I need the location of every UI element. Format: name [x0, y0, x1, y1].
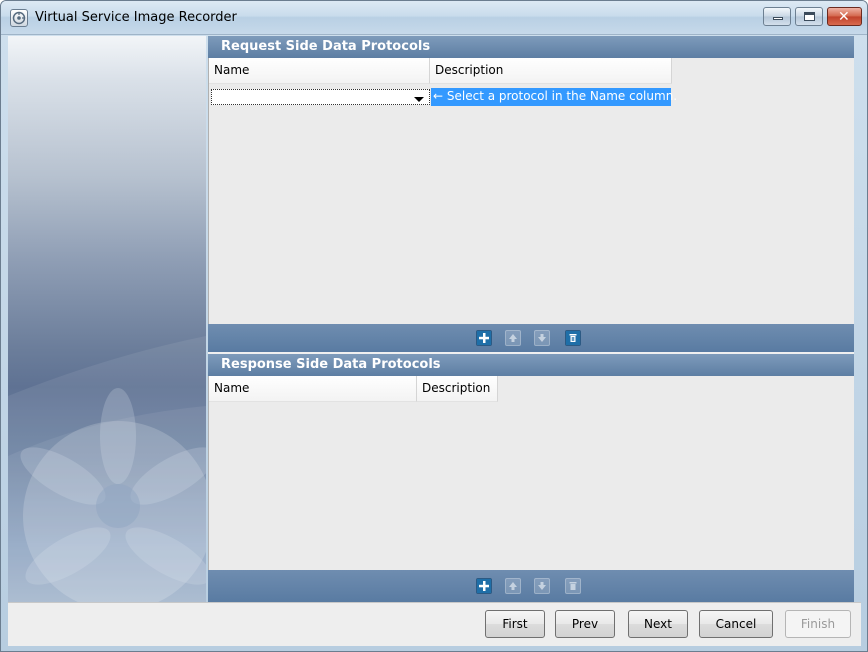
protocol-name-dropdown[interactable]	[211, 89, 430, 105]
add-icon	[477, 579, 491, 593]
request-move-down-button[interactable]	[534, 330, 550, 346]
response-toolbar	[208, 570, 854, 602]
response-column-name[interactable]: Name	[209, 376, 417, 402]
request-add-button[interactable]	[476, 330, 492, 346]
maximize-icon	[804, 12, 815, 21]
request-column-name[interactable]: Name	[209, 58, 430, 84]
prev-button[interactable]: Prev	[555, 610, 615, 638]
response-add-button[interactable]	[476, 578, 492, 594]
request-toolbar	[208, 324, 854, 352]
response-panel-header: Response Side Data Protocols	[208, 354, 854, 376]
chevron-down-icon	[414, 97, 424, 102]
protocol-hint-cell: ← Select a protocol in the Name column.	[431, 88, 677, 106]
minimize-button[interactable]	[763, 7, 791, 26]
maximize-button[interactable]	[795, 7, 823, 26]
add-icon	[477, 331, 491, 345]
minimize-icon	[773, 17, 783, 20]
move-down-icon	[538, 334, 546, 342]
close-icon: ✕	[838, 9, 850, 25]
next-button[interactable]: Next	[628, 610, 688, 638]
close-button[interactable]: ✕	[827, 7, 862, 26]
arrow-left-icon: ←	[433, 89, 447, 103]
cancel-button[interactable]: Cancel	[699, 610, 773, 638]
response-protocols-table[interactable]: Name Description	[208, 376, 854, 570]
request-column-description[interactable]: Description	[430, 58, 672, 84]
move-up-icon	[509, 334, 517, 342]
wizard-sidebar-graphic	[8, 36, 206, 602]
delete-icon	[566, 331, 580, 345]
finish-button[interactable]: Finish	[785, 610, 851, 638]
delete-icon	[569, 582, 577, 590]
protocol-hint-text: Select a protocol in the Name column.	[446, 89, 678, 103]
recorder-window: Virtual Service Image Recorder ✕ Request…	[0, 0, 868, 652]
window-title: Virtual Service Image Recorder	[35, 10, 237, 25]
wizard-button-bar: First Prev Next Cancel Finish	[8, 602, 861, 646]
response-delete-button[interactable]	[565, 578, 581, 594]
title-bar[interactable]: Virtual Service Image Recorder ✕	[1, 1, 867, 35]
move-up-icon	[509, 582, 517, 590]
request-protocols-table[interactable]: Name Description ← Select a protocol in …	[208, 58, 854, 324]
request-panel-header: Request Side Data Protocols	[208, 36, 854, 58]
recorder-app-icon[interactable]	[10, 9, 28, 27]
response-column-description[interactable]: Description	[417, 376, 498, 402]
request-delete-button[interactable]	[565, 330, 581, 346]
response-move-down-button[interactable]	[534, 578, 550, 594]
response-move-up-button[interactable]	[505, 578, 521, 594]
protocols-content: Request Side Data Protocols Name Descrip…	[208, 36, 854, 602]
request-move-up-button[interactable]	[505, 330, 521, 346]
first-button[interactable]: First	[485, 610, 545, 638]
move-down-icon	[538, 582, 546, 590]
